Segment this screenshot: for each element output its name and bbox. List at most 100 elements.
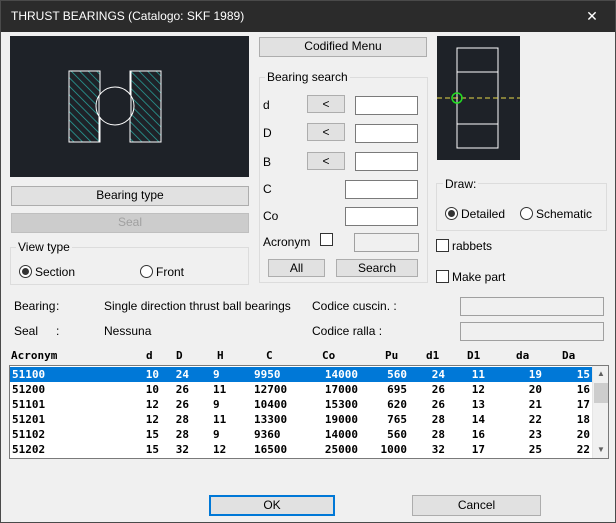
- make-part-checkbox[interactable]: [436, 270, 449, 283]
- col-header-Co: Co: [322, 349, 336, 362]
- table-cell: 9: [213, 368, 220, 381]
- dialog-window: THRUST BEARINGS (Catalogo: SKF 1989) ✕ B…: [0, 0, 616, 523]
- table-cell: 10: [145, 368, 159, 381]
- table-cell: 560: [387, 368, 407, 381]
- table-cell: 51202: [12, 443, 46, 456]
- make-part-label[interactable]: Make part: [452, 270, 505, 284]
- codice-ralla-label: Codice ralla :: [312, 324, 383, 338]
- close-icon[interactable]: ✕: [569, 1, 615, 32]
- rabbets-checkbox[interactable]: [436, 239, 449, 252]
- bearing-table[interactable]: 51100 10 24 9 9950 14000 560 24 11 19 15 51200 10 26 1…: [9, 365, 609, 459]
- table-cell: 17: [471, 443, 485, 456]
- table-row[interactable]: 51101 12 26 9 10400 15300 620 26 13 21 17: [10, 397, 593, 412]
- ball: [95, 86, 135, 126]
- table-cell: 13300: [254, 413, 288, 426]
- Co-input[interactable]: [345, 207, 418, 226]
- bearing-schematic-drawing: [437, 47, 520, 149]
- ok-button[interactable]: OK: [209, 495, 335, 516]
- search-button[interactable]: Search: [336, 259, 418, 277]
- field-label-B: B: [263, 155, 272, 169]
- table-cell: 11: [213, 383, 227, 396]
- schematic-radio-label[interactable]: Schematic: [536, 207, 592, 221]
- codice-ralla-field: [460, 322, 604, 341]
- table-row[interactable]: 51200 10 26 11 12700 17000 695 26 12 20 16: [10, 382, 593, 397]
- table-cell: 51101: [12, 398, 46, 411]
- bearing-type-button[interactable]: Bearing type: [11, 186, 249, 206]
- col-header-da: da: [516, 349, 530, 362]
- table-row[interactable]: 51102 15 28 9 9360 14000 560 28 16 23 20: [10, 427, 593, 442]
- detailed-radio-label[interactable]: Detailed: [461, 207, 505, 221]
- field-label-acronym: Acronym: [263, 235, 311, 249]
- D-input[interactable]: [355, 124, 418, 143]
- B-input[interactable]: [355, 152, 418, 171]
- table-cell: 10400: [254, 398, 288, 411]
- table-cell: 765: [387, 413, 407, 426]
- table-cell: 12: [145, 413, 159, 426]
- title-bar[interactable]: THRUST BEARINGS (Catalogo: SKF 1989) ✕: [1, 1, 615, 32]
- table-cell: 23: [528, 428, 542, 441]
- table-row[interactable]: 51103 17 30 9 9750 15300 620 30 18 25 22: [10, 457, 593, 458]
- table-cell: 1000: [380, 443, 408, 456]
- window-title: THRUST BEARINGS (Catalogo: SKF 1989): [11, 9, 245, 23]
- table-cell: 28: [175, 413, 189, 426]
- rabbets-label[interactable]: rabbets: [452, 239, 492, 253]
- table-cell: 9360: [254, 428, 281, 441]
- section-radio[interactable]: [19, 265, 32, 278]
- seal-button: Seal: [11, 213, 249, 233]
- table-cell: 9: [213, 428, 220, 441]
- section-radio-label[interactable]: Section: [35, 265, 75, 279]
- table-cell: 51102: [12, 428, 46, 441]
- scroll-up-icon[interactable]: ▲: [593, 366, 608, 382]
- table-cell: 22: [577, 457, 590, 458]
- field-label-D: D: [263, 126, 272, 140]
- scroll-thumb[interactable]: [594, 383, 608, 403]
- table-row[interactable]: 51100 10 24 9 9950 14000 560 24 11 19 15: [10, 367, 593, 382]
- d-input[interactable]: [355, 96, 418, 115]
- front-radio[interactable]: [140, 265, 153, 278]
- schematic-radio[interactable]: [520, 207, 533, 220]
- table-row[interactable]: 51202 15 32 12 16500 25000 1000 32 17 25 22: [10, 442, 593, 457]
- schematic-top-washer: [456, 47, 499, 73]
- table-cell: 17: [576, 398, 590, 411]
- view-type-label: View type: [16, 240, 72, 254]
- acronym-checkbox[interactable]: [320, 233, 333, 246]
- table-cell: 9: [213, 398, 220, 411]
- table-cell: 10: [145, 383, 159, 396]
- table-cell: 18: [472, 457, 485, 458]
- table-cell: 12: [145, 398, 159, 411]
- col-header-Da: Da: [562, 349, 576, 362]
- seal-info-value: Nessuna: [104, 324, 152, 338]
- detailed-radio[interactable]: [445, 207, 458, 220]
- table-cell: 9750: [254, 457, 281, 458]
- table-cell: 26: [175, 398, 189, 411]
- bearing-schematic-preview: [437, 36, 520, 160]
- D-less-than-button[interactable]: <: [307, 123, 345, 141]
- codice-cuscin-label: Codice cuscin. :: [312, 299, 397, 313]
- table-cell: 17000: [324, 383, 358, 396]
- table-cell: 15: [145, 428, 159, 441]
- all-button[interactable]: All: [268, 259, 325, 277]
- d-less-than-button[interactable]: <: [307, 95, 345, 113]
- scroll-down-icon[interactable]: ▼: [593, 442, 608, 458]
- table-cell: 14000: [324, 368, 358, 381]
- table-cell: 26: [431, 398, 445, 411]
- codified-menu-button[interactable]: Codified Menu: [259, 37, 427, 57]
- table-row[interactable]: 51201 12 28 11 13300 19000 765 28 14 22 18: [10, 412, 593, 427]
- C-input[interactable]: [345, 180, 418, 199]
- table-cell: 18: [576, 413, 590, 426]
- table-cell: 16: [576, 383, 590, 396]
- table-cell: 20: [576, 428, 590, 441]
- table-cell: 21: [528, 398, 542, 411]
- table-cell: 14000: [324, 428, 358, 441]
- cancel-button[interactable]: Cancel: [412, 495, 541, 516]
- table-cell: 28: [431, 428, 445, 441]
- col-header-D1: D1: [467, 349, 481, 362]
- table-scrollbar[interactable]: ▲ ▼: [592, 366, 608, 458]
- table-cell: 25000: [324, 443, 358, 456]
- table-cell: 24: [175, 368, 189, 381]
- table-cell: 17: [146, 457, 159, 458]
- front-radio-label[interactable]: Front: [156, 265, 184, 279]
- table-cell: 19000: [324, 413, 358, 426]
- table-cell: 12700: [254, 383, 288, 396]
- B-less-than-button[interactable]: <: [307, 152, 345, 170]
